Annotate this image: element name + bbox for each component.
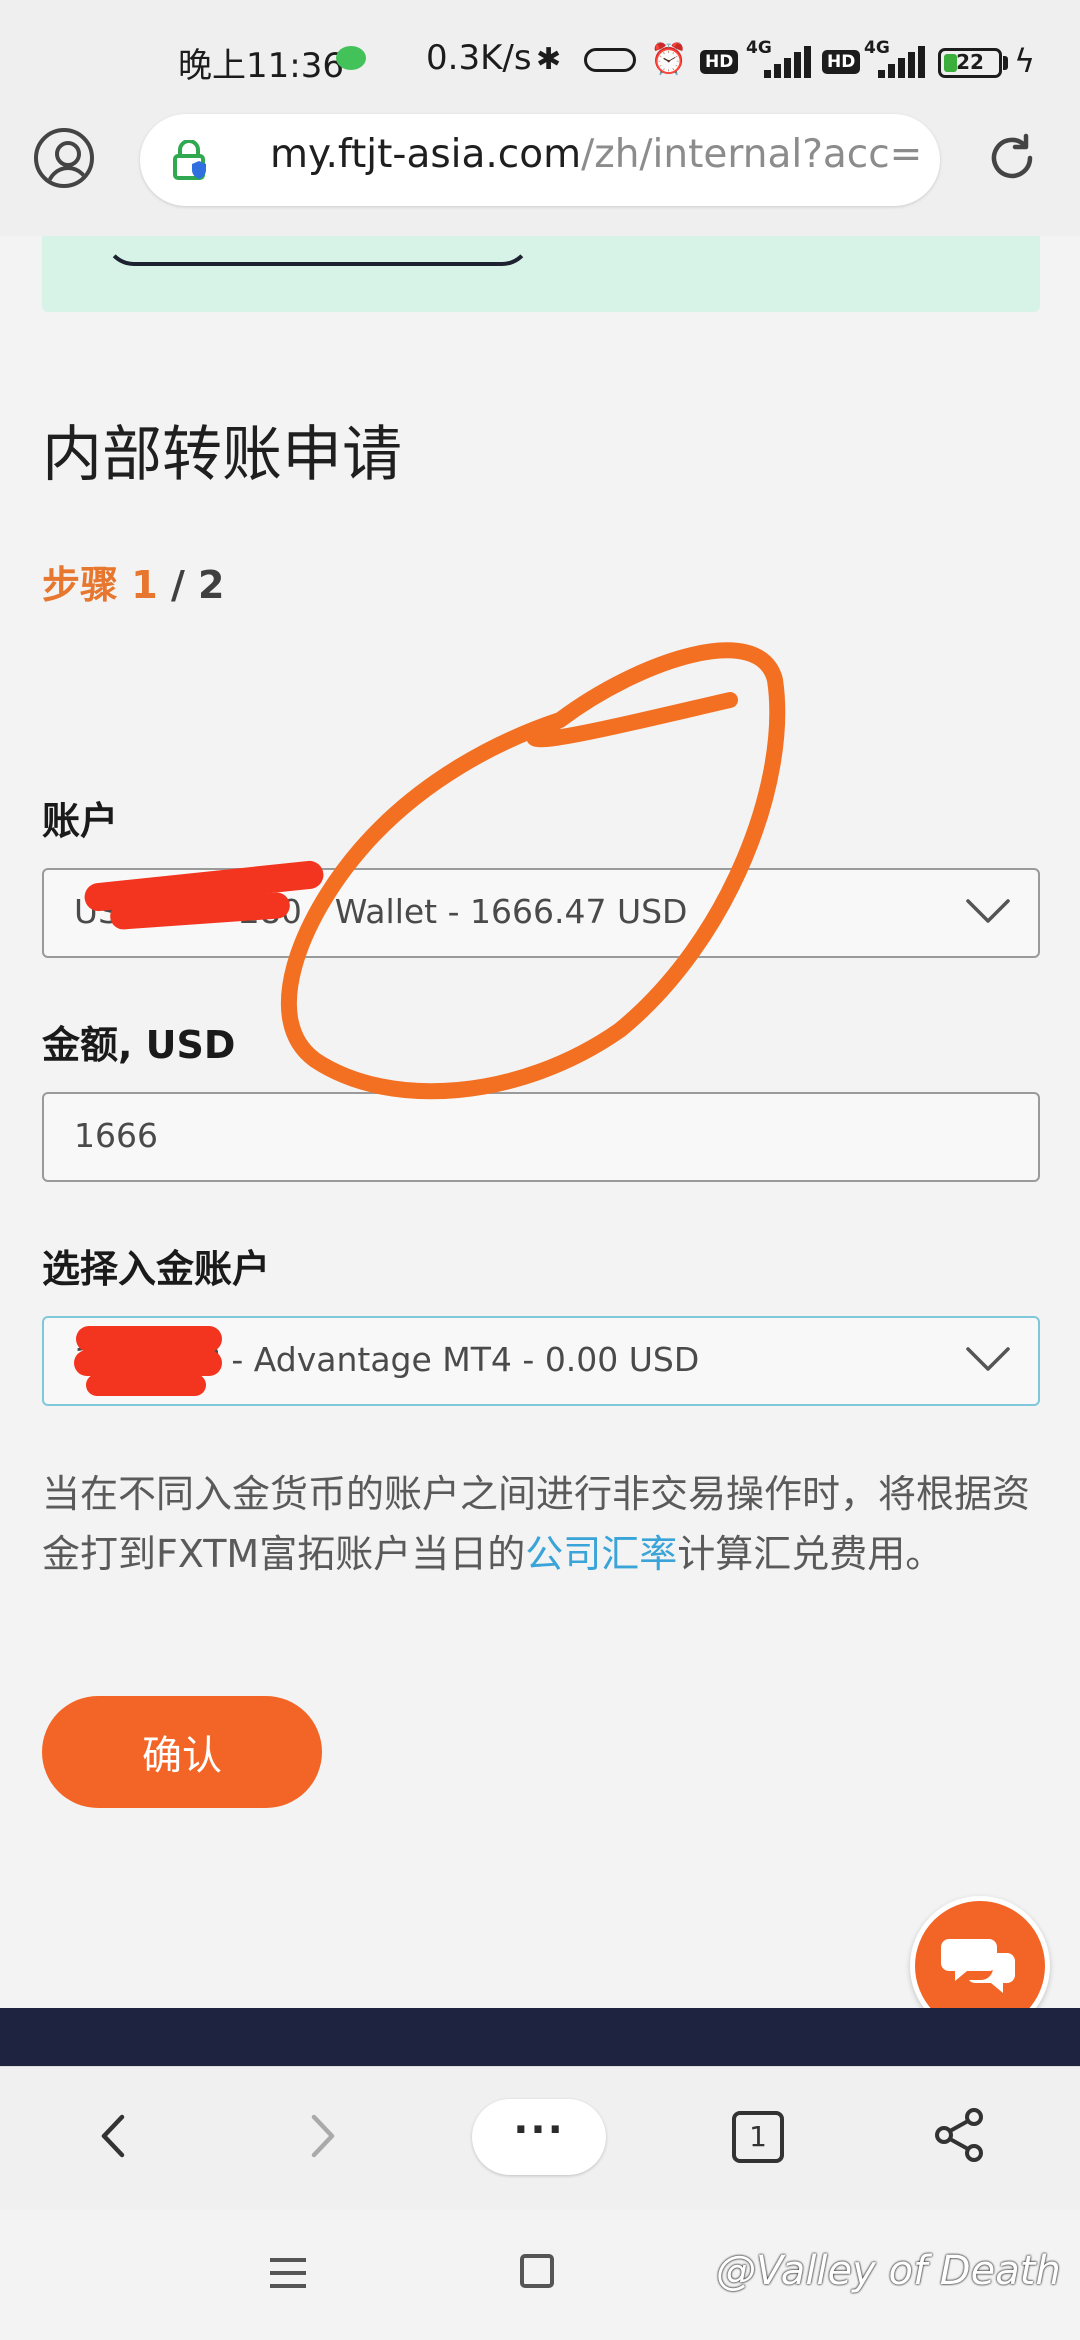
url-field[interactable]: my.ftjt-asia.com/zh/internal?acc=	[140, 114, 940, 206]
page-content: 内部转账申请 步骤 1 / 2 账户 USD · · · · 280 - Wal…	[0, 236, 1080, 2036]
amount-input[interactable]: 1666	[42, 1092, 1040, 1182]
target-account-label: 选择入金账户	[42, 1247, 271, 1291]
url-text: my.ftjt-asia.com/zh/internal?acc=	[270, 132, 922, 177]
more-menu-button[interactable]: ···	[472, 2099, 606, 2175]
step-word: 步骤	[42, 563, 119, 607]
signal-icon-2	[874, 44, 928, 78]
home-icon[interactable]	[520, 2254, 554, 2288]
battery-tip	[1003, 56, 1008, 70]
battery-level: 22	[956, 50, 984, 74]
status-time: 晚上11:36	[178, 46, 344, 86]
site-footer	[0, 2008, 1080, 2066]
step-total: / 2	[170, 563, 225, 607]
banner-button-edge[interactable]	[104, 206, 532, 266]
promo-banner	[42, 236, 1040, 312]
menu-icon[interactable]	[270, 2258, 306, 2297]
reload-icon[interactable]	[984, 130, 1040, 186]
page-title: 内部转账申请	[42, 420, 402, 490]
wechat-icon	[336, 46, 366, 70]
profile-avatar-icon[interactable]	[34, 128, 94, 188]
alarm-icon: ⏰	[650, 42, 688, 77]
bluetooth-icon: ✱	[536, 42, 562, 77]
step-indicator: 步骤 1 / 2	[42, 554, 225, 609]
chat-icon	[941, 1939, 1015, 1993]
fx-rate-link[interactable]: 公司汇率	[525, 1532, 677, 1576]
fx-note: 当在不同入金货币的账户之间进行非交易操作时，将根据资金打到FXTM富拓账户当日的…	[42, 1464, 1042, 1584]
chevron-down-icon	[966, 899, 1010, 923]
url-host: my.ftjt-asia.com	[270, 132, 582, 177]
battery-icon: 22	[938, 48, 1002, 78]
confirm-button[interactable]: 确认	[42, 1696, 322, 1808]
watermark: @Valley of Death	[716, 2248, 1061, 2294]
signal-icon-1	[760, 44, 814, 78]
forward-arrow-icon[interactable]	[296, 2111, 346, 2161]
redaction-scribble	[86, 1374, 206, 1396]
url-path: /zh/internal?acc=	[581, 132, 923, 177]
back-arrow-icon[interactable]	[90, 2111, 140, 2161]
browser-bottom-bar: ··· 1	[0, 2066, 1080, 2211]
chevron-down-icon	[966, 1347, 1010, 1371]
account-label: 账户	[42, 799, 119, 843]
redaction-scribble	[76, 1326, 222, 1352]
toggle-icon	[584, 48, 636, 72]
system-nav-bar: @Valley of Death	[0, 2210, 1080, 2340]
amount-label: 金额, USD	[42, 1023, 236, 1067]
fx-note-end: 计算汇兑费用。	[677, 1532, 944, 1576]
amount-input-value: 1666	[74, 1116, 158, 1155]
hd-badge-2: HD	[822, 50, 861, 74]
redaction-scribble	[74, 1350, 222, 1376]
hd-badge-1: HD	[700, 50, 739, 74]
lock-icon	[173, 140, 206, 180]
more-dots-icon: ···	[513, 2107, 565, 2153]
tabs-button[interactable]: 1	[732, 2111, 784, 2163]
step-current: 1	[131, 563, 158, 607]
share-icon[interactable]	[932, 2107, 988, 2163]
network-speed: 0.3K/s	[426, 38, 532, 78]
charging-icon: ϟ	[1014, 42, 1036, 80]
status-bar: 晚上11:36 0.3K/s ✱ ⏰ HD 4G HD 4G 22 ϟ	[0, 0, 1080, 120]
